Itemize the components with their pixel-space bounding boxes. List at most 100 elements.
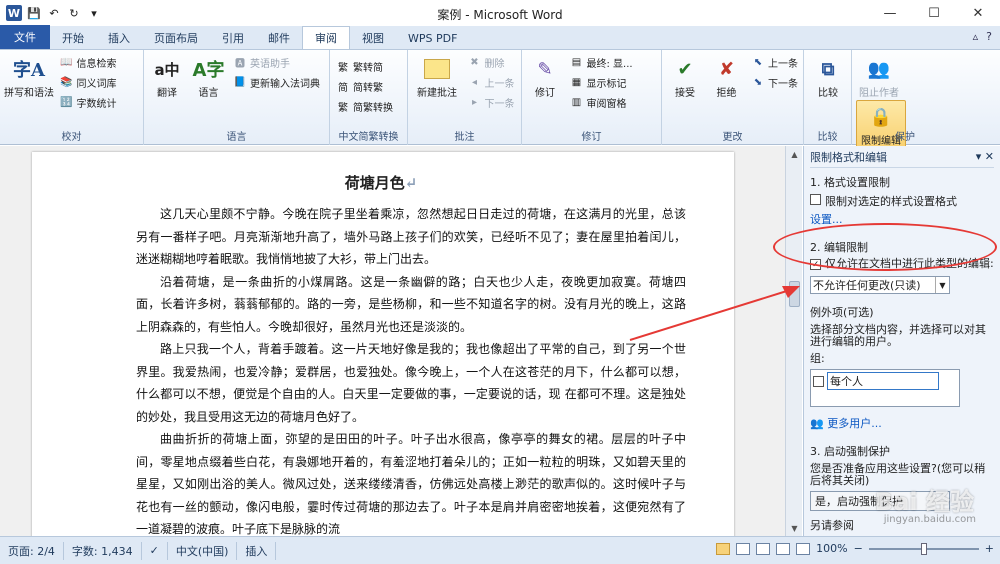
compare-icon: ⧉: [821, 58, 835, 80]
more-users-link[interactable]: 👥 更多用户...: [810, 415, 994, 431]
track-changes-button[interactable]: ✎ 修订: [526, 53, 564, 100]
translate-icon: a中: [154, 60, 180, 79]
next-change-icon: ⬊: [753, 76, 763, 88]
tab-page-layout[interactable]: 页面布局: [142, 27, 210, 49]
document-title: 荷塘月色↵: [344, 174, 418, 192]
help-icon[interactable]: ?: [986, 30, 992, 43]
settings-link[interactable]: 设置...: [810, 211, 994, 227]
paragraph-2: 沿着荷塘，是一条曲折的小煤屑路。这是一条幽僻的路；白天也少人走，夜晚更加寂寞。荷…: [136, 274, 686, 334]
zoom-out-button[interactable]: −: [854, 542, 863, 555]
prev-change-button[interactable]: ⬉ 上一条: [751, 53, 798, 71]
thesaurus-icon: 📚: [60, 76, 73, 88]
accept-button[interactable]: ✔ 接受: [666, 53, 704, 100]
editing-restriction-checkbox[interactable]: ✓ 仅允许在文档中进行此类型的编辑:: [810, 258, 994, 270]
chevron-down-icon: ▼: [935, 277, 949, 293]
trad-to-simp-icon: 繁: [338, 62, 348, 74]
group-protect: 👥 阻止作者 🔒 限制编辑 保护: [852, 50, 958, 166]
status-bar: 页面: 2/4 字数: 1,434 ✓ 中文(中国) 插入 100% − +: [0, 536, 1000, 564]
save-icon[interactable]: 💾: [26, 5, 42, 21]
document-page[interactable]: 荷塘月色↵ 这几天心里颇不宁静。今晚在院子里坐着乘凉，忽然想起日日走过的荷塘，在…: [32, 152, 734, 536]
research-button[interactable]: 📖 信息检索: [60, 53, 116, 71]
group-tracking: ✎ 修订 ▤ 最终: 显... ▦ 显示标记 ▥ 审阅窗格 修订: [522, 50, 662, 145]
tab-references[interactable]: 引用: [210, 27, 256, 49]
update-ime-dictionary-button[interactable]: 📘 更新输入法词典: [233, 73, 320, 91]
vertical-scrollbar[interactable]: ▲ ▼: [785, 146, 802, 536]
editing-type-select[interactable]: 不允许任何更改(只读) ▼: [810, 276, 950, 294]
new-comment-button[interactable]: 新建批注: [412, 53, 462, 100]
window-title: 案例 - Microsoft Word: [437, 8, 563, 22]
proofing-status-icon[interactable]: ✓: [142, 541, 168, 560]
block-authors-button[interactable]: 👥 阻止作者: [856, 53, 902, 100]
language-button[interactable]: A字 语言: [190, 53, 228, 100]
format-restriction-box[interactable]: [810, 194, 821, 205]
everyone-checkbox[interactable]: [813, 376, 824, 387]
convert-icon: 繁: [338, 102, 348, 114]
tab-insert[interactable]: 插入: [96, 27, 142, 49]
next-comment-button[interactable]: ▸ 下一条: [468, 93, 515, 111]
outline-view-icon[interactable]: [776, 542, 791, 555]
pane-options-icon[interactable]: ▾ ✕: [976, 150, 994, 163]
scroll-thumb[interactable]: [789, 281, 800, 307]
full-screen-view-icon[interactable]: [736, 542, 751, 555]
close-button[interactable]: ✕: [956, 0, 1000, 26]
new-comment-icon: [421, 53, 453, 85]
web-layout-view-icon[interactable]: [756, 542, 771, 555]
document-area: 荷塘月色↵ 这几天心里颇不宁静。今晚在院子里坐着乘凉，忽然想起日日走过的荷塘，在…: [0, 146, 785, 536]
format-restriction-checkbox[interactable]: 限制对选定的样式设置格式: [810, 193, 994, 209]
enforce-description: 您是否准备应用这些设置?(您可以稍后将其关闭): [810, 462, 986, 487]
group-proofing: 字A 拼写和语法 📖 信息检索 📚 同义词库 🔢 字数统计 校对: [0, 50, 144, 145]
draft-view-icon[interactable]: [796, 542, 811, 555]
language-status[interactable]: 中文(中国): [168, 541, 238, 560]
block-authors-icon: 👥: [867, 58, 891, 80]
group-chinese-conversion: 繁繁转简 简简转繁 繁简繁转换 中文简繁转换: [330, 50, 408, 145]
display-for-review-select[interactable]: ▤ 最终: 显...: [570, 53, 633, 71]
scroll-down-icon[interactable]: ▼: [786, 520, 803, 536]
start-enforcing-button[interactable]: 是，启动强制保护: [810, 491, 950, 511]
collapse-ribbon-icon[interactable]: ▵: [973, 30, 979, 43]
convert-button[interactable]: 繁简繁转换: [336, 97, 393, 115]
show-markup-button[interactable]: ▦ 显示标记: [570, 73, 633, 91]
tab-home[interactable]: 开始: [50, 27, 96, 49]
tab-file[interactable]: 文件: [0, 25, 50, 49]
word-count[interactable]: 字数: 1,434: [64, 541, 142, 560]
zoom-thumb[interactable]: [920, 542, 927, 555]
minimize-button[interactable]: —: [868, 0, 912, 26]
reviewing-pane-button[interactable]: ▥ 审阅窗格: [570, 93, 633, 111]
print-layout-view-icon[interactable]: [716, 542, 731, 555]
display-icon: ▤: [571, 56, 582, 68]
insert-mode[interactable]: 插入: [237, 541, 277, 560]
thesaurus-button[interactable]: 📚 同义词库: [60, 73, 116, 91]
simp-to-trad-button[interactable]: 简简转繁: [336, 77, 393, 95]
maximize-button[interactable]: ☐: [912, 0, 956, 26]
page-count[interactable]: 页面: 2/4: [0, 541, 64, 560]
dictionary-icon: 📘: [233, 76, 247, 88]
word-count-button[interactable]: 🔢 字数统计: [60, 93, 116, 111]
next-change-button[interactable]: ⬊ 下一条: [751, 73, 798, 91]
group-compare: ⧉ 比较 比较: [804, 50, 852, 145]
prev-comment-button[interactable]: ◂ 上一条: [468, 73, 515, 91]
tab-review[interactable]: 审阅: [302, 26, 350, 49]
tab-mailings[interactable]: 邮件: [256, 27, 302, 49]
redo-icon[interactable]: ↻: [66, 5, 82, 21]
translate-button[interactable]: a中 翻译: [148, 53, 186, 100]
tab-view[interactable]: 视图: [350, 27, 396, 49]
customize-qat-icon[interactable]: ▾: [86, 5, 102, 21]
list-item[interactable]: 每个人: [813, 372, 957, 390]
undo-icon[interactable]: ↶: [46, 5, 62, 21]
spell-check-button[interactable]: 字A 拼写和语法: [4, 53, 54, 100]
zoom-in-button[interactable]: +: [985, 542, 994, 555]
group-listbox[interactable]: 每个人: [810, 369, 960, 407]
prev-change-icon: ⬉: [753, 56, 763, 68]
simp-to-trad-icon: 简: [338, 82, 348, 94]
scroll-up-icon[interactable]: ▲: [786, 146, 803, 162]
compare-button[interactable]: ⧉ 比较: [808, 53, 848, 100]
english-assistant-button[interactable]: 🅰 英语助手: [233, 53, 320, 71]
checkmark-icon[interactable]: ✓: [810, 259, 821, 270]
reject-button[interactable]: ✘ 拒绝: [708, 53, 746, 100]
tab-wps-pdf[interactable]: WPS PDF: [396, 27, 469, 49]
zoom-level[interactable]: 100%: [816, 542, 847, 555]
trad-to-simp-button[interactable]: 繁繁转简: [336, 57, 393, 75]
delete-comment-button[interactable]: ✖ 删除: [468, 53, 515, 71]
zoom-slider[interactable]: [868, 542, 979, 555]
spell-check-icon: 字A: [13, 60, 45, 81]
